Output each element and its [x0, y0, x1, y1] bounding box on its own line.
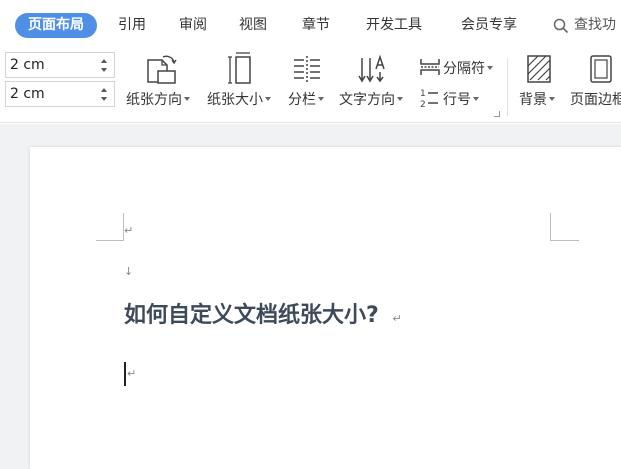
tab-view[interactable]: 视图	[239, 13, 267, 38]
dropdown-caret-icon	[473, 97, 479, 101]
page-border-icon	[590, 55, 612, 83]
separator-button[interactable]: 分隔符	[419, 56, 501, 78]
orientation-label: 纸张方向	[126, 89, 190, 109]
crop-mark	[550, 240, 579, 241]
paper-size-icon	[228, 52, 251, 84]
page-border-label: 页面边框	[570, 92, 621, 108]
columns-label: 分栏	[288, 89, 324, 109]
tab-references[interactable]: 引用	[118, 13, 146, 38]
dialog-launcher-icon[interactable]	[494, 111, 500, 117]
crop-mark	[96, 240, 124, 241]
paragraph-mark: ↵	[124, 224, 134, 237]
orientation-icon	[147, 55, 177, 84]
search-label: 查找功	[574, 17, 616, 33]
background-icon	[527, 55, 551, 83]
dropdown-caret-icon	[265, 97, 271, 101]
text-direction-button[interactable]: 文字方向	[339, 50, 411, 123]
paragraph-mark: ↵	[392, 312, 402, 325]
line-number-label: 行号	[443, 89, 479, 109]
paper-size-label: 纸张大小	[207, 89, 271, 109]
dropdown-caret-icon	[318, 97, 324, 101]
document-workspace: ↵ ↓ 如何自定义文档纸张大小? ↵ ↵	[0, 124, 621, 469]
background-label: 背景	[519, 89, 555, 109]
paper-size-label-text: 纸张大小	[207, 92, 263, 108]
columns-button[interactable]: 分栏	[288, 50, 330, 123]
spin-down-icon[interactable]	[101, 68, 107, 72]
tab-developer-tools[interactable]: 开发工具	[366, 13, 422, 38]
document-heading[interactable]: 如何自定义文档纸张大小? ↵	[124, 297, 402, 329]
separator-label: 分隔符	[443, 58, 493, 78]
dropdown-caret-icon	[549, 97, 555, 101]
page-border-button[interactable]: 页面边框	[570, 50, 621, 123]
line-number-label-text: 行号	[443, 92, 471, 108]
margin-top-spinner[interactable]: 2 cm	[5, 52, 115, 78]
spin-down-icon[interactable]	[101, 97, 107, 101]
tab-page-layout[interactable]: 页面布局	[15, 13, 97, 38]
crop-mark	[550, 213, 551, 241]
background-button[interactable]: 背景	[519, 50, 561, 123]
line-number-button[interactable]: 1 2 行号	[419, 87, 489, 109]
paper-size-button[interactable]: 纸张大小	[207, 50, 279, 123]
heading-text[interactable]: 如何自定义文档纸张大小?	[124, 303, 379, 328]
orientation-button[interactable]: 纸张方向	[126, 50, 198, 123]
line-number-icon: 1 2	[420, 89, 438, 109]
tab-review[interactable]: 审阅	[179, 13, 207, 38]
margin-top-value[interactable]: 2 cm	[10, 57, 45, 73]
text-cursor	[124, 362, 126, 386]
svg-text:1: 1	[420, 89, 426, 99]
svg-text:2: 2	[420, 100, 426, 109]
text-direction-label-text: 文字方向	[339, 92, 395, 108]
text-direction-icon	[358, 54, 385, 83]
orientation-label-text: 纸张方向	[126, 92, 182, 108]
columns-label-text: 分栏	[288, 92, 316, 108]
spin-up-icon[interactable]	[101, 88, 107, 92]
spinner-arrows[interactable]	[101, 55, 109, 75]
document-page[interactable]: ↵ ↓ 如何自定义文档纸张大小? ↵ ↵	[30, 147, 621, 469]
columns-icon	[294, 56, 320, 82]
dropdown-caret-icon	[397, 97, 403, 101]
ribbon-toolbar: 2 cm 2 cm 纸张方向 纸张大小 分栏 文字方向 分隔符 1 2 行号 背…	[0, 50, 621, 123]
margin-bottom-value[interactable]: 2 cm	[10, 86, 45, 102]
separator-icon	[420, 59, 440, 75]
text-direction-label: 文字方向	[339, 89, 403, 109]
line-break-mark: ↓	[124, 265, 134, 278]
separator-label-text: 分隔符	[443, 61, 485, 77]
dropdown-caret-icon	[184, 97, 190, 101]
search-icon	[553, 18, 569, 34]
tab-member-exclusive[interactable]: 会员专享	[461, 13, 517, 38]
paragraph-mark: ↵	[127, 367, 137, 380]
spinner-arrows[interactable]	[101, 84, 109, 104]
group-divider	[507, 58, 508, 116]
dropdown-caret-icon	[487, 66, 493, 70]
spin-up-icon[interactable]	[101, 59, 107, 63]
ribbon-tab-bar: 页面布局 引用 审阅 视图 章节 开发工具 会员专享 查找功	[0, 0, 621, 50]
background-label-text: 背景	[519, 92, 547, 108]
margin-bottom-spinner[interactable]: 2 cm	[5, 81, 115, 107]
tab-sections[interactable]: 章节	[302, 13, 330, 38]
